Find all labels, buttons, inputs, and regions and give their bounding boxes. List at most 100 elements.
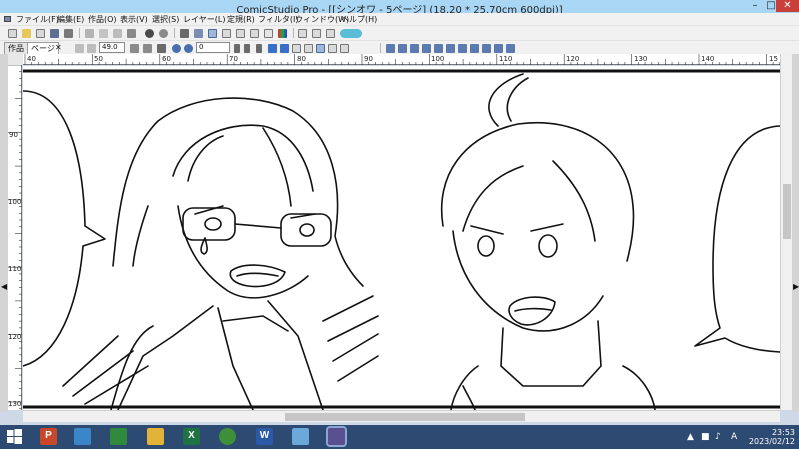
menu-file[interactable]: ファイル(F) bbox=[16, 14, 59, 25]
close-button[interactable]: ✕ bbox=[776, 0, 799, 12]
menu-edit[interactable]: 編集(E) bbox=[57, 14, 84, 25]
redo-icon[interactable] bbox=[159, 29, 168, 38]
eraser-icon[interactable] bbox=[434, 44, 443, 53]
tone-icon[interactable] bbox=[410, 44, 419, 53]
active-view-icon[interactable] bbox=[316, 44, 325, 53]
paste-icon[interactable] bbox=[113, 29, 122, 38]
fill-icon[interactable] bbox=[446, 44, 455, 53]
balloon-icon[interactable] bbox=[482, 44, 491, 53]
angle-next-icon[interactable] bbox=[244, 44, 250, 53]
view-icon[interactable] bbox=[194, 29, 203, 38]
expand-left-icon[interactable]: ◀ bbox=[1, 282, 7, 291]
ime-indicator[interactable]: A bbox=[731, 432, 737, 442]
fit-page-icon[interactable] bbox=[75, 44, 84, 53]
layer-icon[interactable] bbox=[340, 44, 349, 53]
fit-window-icon[interactable] bbox=[157, 44, 166, 53]
rotation-angle-input[interactable]: 0 bbox=[196, 42, 230, 53]
vertical-scrollbar[interactable] bbox=[780, 54, 792, 410]
properties-icon[interactable] bbox=[326, 29, 335, 38]
brush-icon[interactable] bbox=[422, 44, 431, 53]
open-icon[interactable] bbox=[22, 29, 31, 38]
zoom-out-icon[interactable] bbox=[130, 44, 139, 53]
page-view-icon[interactable] bbox=[208, 29, 217, 38]
minimize-button[interactable]: – bbox=[744, 0, 766, 12]
toolbar-separator bbox=[380, 43, 381, 53]
layer-window-icon[interactable] bbox=[264, 29, 273, 38]
ruler-icon[interactable] bbox=[386, 44, 395, 53]
new-page-icon[interactable] bbox=[36, 29, 45, 38]
cloud-icon[interactable] bbox=[340, 29, 362, 38]
ruler-label: 50 bbox=[94, 55, 103, 63]
flip-horizontal-icon[interactable] bbox=[268, 44, 277, 53]
left-panel-strip[interactable]: ◀ bbox=[0, 54, 8, 412]
angle-dropdown-icon[interactable] bbox=[234, 44, 240, 53]
grid-icon[interactable] bbox=[236, 29, 245, 38]
tool-options-icon[interactable] bbox=[312, 29, 321, 38]
expand-right-icon[interactable]: ▶ bbox=[793, 282, 799, 291]
drawing-canvas[interactable] bbox=[23, 66, 780, 410]
paint-icon[interactable] bbox=[74, 428, 91, 445]
right-panel-strip[interactable]: ▶ bbox=[792, 54, 799, 412]
ruler-ticks-left bbox=[8, 65, 22, 410]
rotate-right-icon[interactable] bbox=[184, 44, 193, 53]
reset-view-icon[interactable] bbox=[292, 44, 301, 53]
text-icon[interactable] bbox=[470, 44, 479, 53]
frame-icon[interactable] bbox=[328, 44, 337, 53]
chrome-icon[interactable] bbox=[219, 428, 236, 445]
horizontal-scrollbar[interactable] bbox=[23, 410, 780, 422]
menu-layer[interactable]: レイヤー(L) bbox=[183, 14, 225, 25]
zoom-input[interactable]: 49.0 bbox=[99, 42, 125, 53]
color-palette-icon[interactable] bbox=[278, 29, 287, 38]
navigator-icon[interactable] bbox=[298, 29, 307, 38]
windows-start-icon[interactable] bbox=[6, 428, 23, 445]
powerpoint-icon[interactable]: P bbox=[40, 428, 57, 445]
new-icon[interactable] bbox=[8, 29, 17, 38]
menu-ruler[interactable]: 定規(R) bbox=[227, 14, 255, 25]
menu-filter[interactable]: フィルタ(I) bbox=[258, 14, 298, 25]
selection-icon[interactable] bbox=[304, 44, 313, 53]
tab-sakuhin[interactable]: 作品 bbox=[4, 42, 28, 54]
restore-button[interactable]: □ bbox=[766, 0, 776, 12]
undo-icon[interactable] bbox=[145, 29, 154, 38]
file-explorer-icon[interactable] bbox=[147, 428, 164, 445]
menu-work[interactable]: 作品(O) bbox=[88, 14, 117, 25]
cut-icon[interactable] bbox=[85, 29, 94, 38]
save-icon[interactable] bbox=[50, 29, 59, 38]
close-doc-icon[interactable] bbox=[64, 29, 73, 38]
snap-icon[interactable] bbox=[250, 29, 259, 38]
excel-icon[interactable]: X bbox=[183, 428, 200, 445]
action-center-icon[interactable]: ■ bbox=[701, 432, 710, 442]
menu-help[interactable]: ヘルプ(H) bbox=[341, 14, 377, 25]
angle-step-icon[interactable] bbox=[256, 44, 262, 53]
monitor-app-icon[interactable] bbox=[292, 428, 309, 445]
flip-vertical-icon[interactable] bbox=[280, 44, 289, 53]
word-icon[interactable]: W bbox=[256, 428, 273, 445]
title-bar: ComicStudio Pro - [[シンオワ - 5ページ] (18.20 … bbox=[0, 0, 799, 16]
store-icon[interactable] bbox=[110, 428, 127, 445]
horizontal-scroll-thumb[interactable] bbox=[285, 413, 525, 421]
menu-bar: ファイル(F) 編集(E) 作品(O) 表示(V) 選択(S) レイヤー(L) … bbox=[0, 13, 799, 25]
menu-select[interactable]: 選択(S) bbox=[152, 14, 179, 25]
pen-icon[interactable] bbox=[398, 44, 407, 53]
system-clock[interactable]: 23:53 2023/02/12 bbox=[746, 428, 798, 446]
volume-icon[interactable]: ♪ bbox=[715, 432, 721, 442]
rotate-left-icon[interactable] bbox=[172, 44, 181, 53]
menu-view[interactable]: 表示(V) bbox=[120, 14, 148, 25]
preview-icon[interactable] bbox=[222, 29, 231, 38]
comicstudio-window: ComicStudio Pro - [[シンオワ - 5ページ] (18.20 … bbox=[0, 0, 799, 449]
document-menu-icon[interactable] bbox=[4, 16, 11, 22]
actual-size-icon[interactable] bbox=[87, 44, 96, 53]
select-tool-icon[interactable] bbox=[494, 44, 503, 53]
tab-close-icon[interactable]: ✕ bbox=[55, 43, 62, 52]
ruler-label: 110 bbox=[499, 55, 513, 63]
tray-expand-icon[interactable]: ▲ bbox=[687, 432, 694, 442]
move-icon[interactable] bbox=[506, 44, 515, 53]
comicstudio-taskbar-icon[interactable] bbox=[326, 426, 347, 447]
copy-icon[interactable] bbox=[99, 29, 108, 38]
delete-icon[interactable] bbox=[127, 29, 136, 38]
gradient-icon[interactable] bbox=[458, 44, 467, 53]
print-icon[interactable] bbox=[180, 29, 189, 38]
zoom-in-icon[interactable] bbox=[143, 44, 152, 53]
vertical-scroll-thumb[interactable] bbox=[783, 184, 791, 239]
ruler-corner bbox=[8, 54, 23, 65]
